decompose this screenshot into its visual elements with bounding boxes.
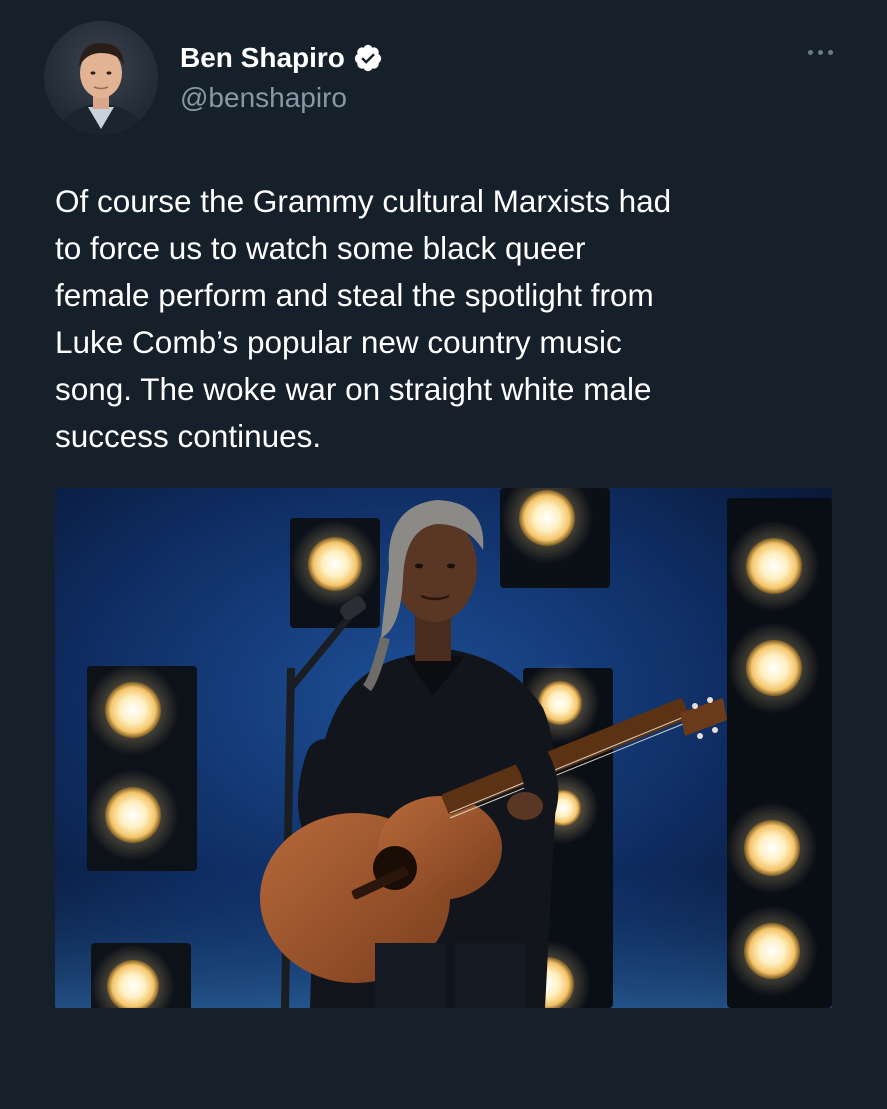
display-name[interactable]: Ben Shapiro xyxy=(180,42,345,74)
more-options-icon[interactable] xyxy=(808,44,840,60)
handle[interactable]: @benshapiro xyxy=(180,82,383,114)
tweet-text: Of course the Grammy cultural Marxists h… xyxy=(55,183,672,454)
tweet-photo[interactable] xyxy=(55,488,832,1008)
dot xyxy=(818,49,823,55)
performer-photo xyxy=(55,488,832,1008)
profile-photo xyxy=(44,21,158,135)
name-row: Ben Shapiro xyxy=(180,40,383,76)
tweet-card: Ben Shapiro @benshapiro Of course the Gr… xyxy=(0,0,887,1109)
dot xyxy=(808,49,813,55)
author-info: Ben Shapiro @benshapiro xyxy=(180,40,383,114)
dot xyxy=(828,49,833,55)
verified-badge-icon xyxy=(353,43,383,73)
avatar[interactable] xyxy=(44,21,158,135)
